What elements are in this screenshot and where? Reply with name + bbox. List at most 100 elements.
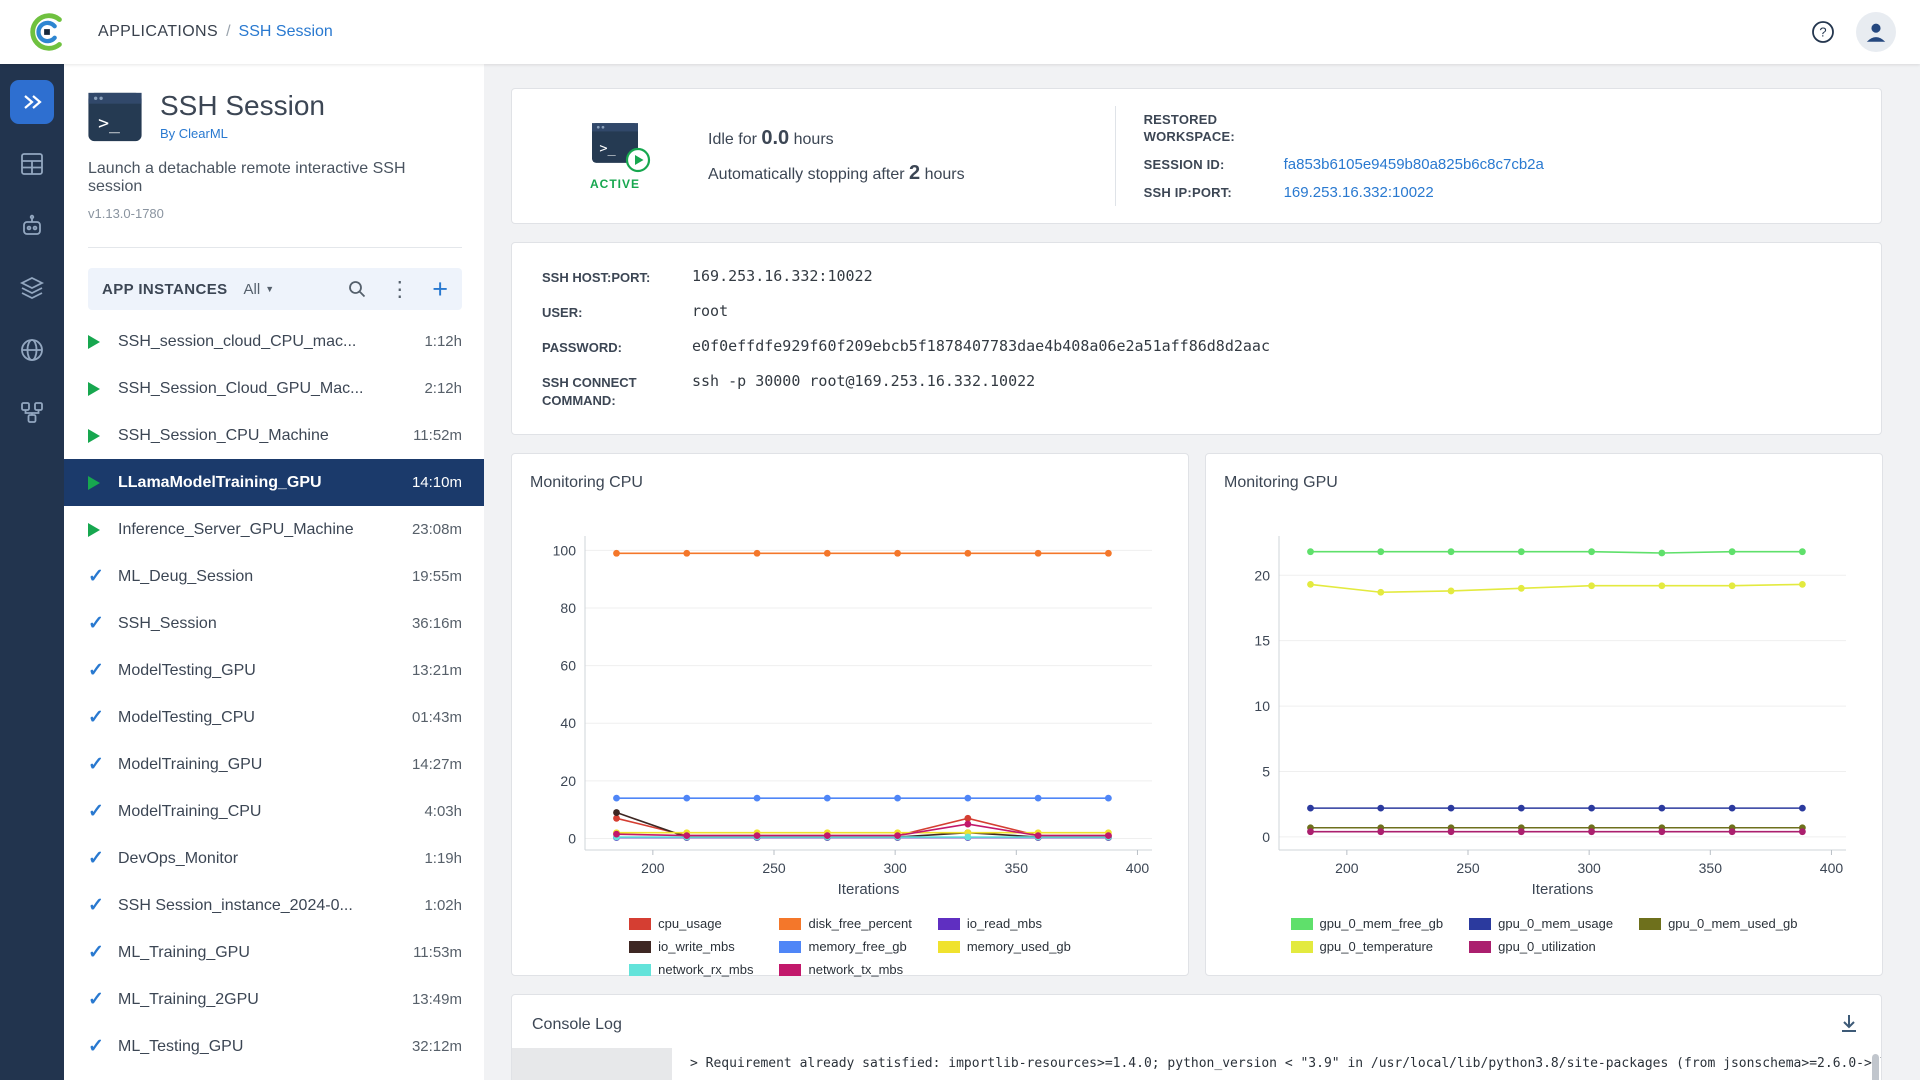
legend-label: cpu_usage	[658, 916, 722, 931]
instance-name: SSH Session_instance_2024-0...	[118, 897, 353, 915]
list-item[interactable]: ✓DevOps_Monitor 1:19h	[64, 835, 484, 882]
completed-icon: ✓	[88, 753, 118, 776]
restored-workspace-label: RESTORED WORKSPACE:	[1144, 111, 1264, 145]
help-button[interactable]: ?	[1808, 17, 1838, 47]
legend-swatch	[629, 918, 651, 930]
check-icon: ✓	[88, 565, 104, 588]
instance-runtime: 1:02h	[414, 897, 462, 914]
legend-label: disk_free_percent	[808, 916, 911, 931]
user-avatar[interactable]	[1856, 12, 1896, 52]
app-byline-link[interactable]: By ClearML	[160, 126, 325, 141]
list-item[interactable]: ✓ModelTraining_CPU 4:03h	[64, 788, 484, 835]
cpu-chart-title: Monitoring CPU	[530, 474, 1170, 492]
completed-icon: ✓	[88, 847, 118, 870]
check-icon: ✓	[88, 1035, 104, 1058]
running-icon	[88, 335, 118, 349]
gpu-chart: 05101520200250300350400Iterations	[1224, 522, 1864, 902]
app-description: Launch a detachable remote interactive S…	[64, 146, 484, 196]
list-item[interactable]: ✓ML_Deug_Session19:55m	[64, 553, 484, 600]
play-triangle-icon	[88, 429, 100, 443]
session-id-link[interactable]: fa853b6105e9459b80a825b6c8c7cb2a	[1284, 156, 1544, 173]
legend-item: gpu_0_mem_used_gb	[1639, 916, 1797, 931]
instances-filter-dropdown[interactable]: All ▼	[244, 281, 275, 298]
breadcrumb-applications[interactable]: APPLICATIONS	[98, 23, 218, 41]
list-item[interactable]: ✓ModelTraining_GPU14:27m	[64, 741, 484, 788]
user-icon	[1863, 19, 1889, 45]
terminal-app-icon: >_	[86, 88, 144, 146]
rail-pipelines-button[interactable]	[10, 390, 54, 434]
rail-projects-button[interactable]	[10, 142, 54, 186]
main-content: >_ ACTIVE Idle for 0.0 hours Automatical…	[484, 64, 1920, 1080]
console-log-card: Console Log > Requirement already satisf…	[511, 994, 1882, 1080]
completed-icon: ✓	[88, 612, 118, 635]
gpu-monitoring-card: Monitoring GPU 05101520200250300350400It…	[1205, 453, 1883, 976]
running-badge-icon	[625, 147, 651, 173]
list-item[interactable]: ✓SSH Session_instance_2024-0...1:02h	[64, 882, 484, 929]
search-button[interactable]	[347, 279, 367, 299]
svg-text:300: 300	[1577, 860, 1601, 876]
legend-item: gpu_0_temperature	[1291, 939, 1444, 954]
download-log-button[interactable]	[1837, 1011, 1861, 1038]
instance-name: SSH_Session_Cloud_GPU_Mac...	[118, 380, 363, 398]
legend-swatch	[1291, 941, 1313, 953]
log-line: > Requirement already satisfied: jsonsch…	[690, 1076, 1881, 1080]
play-triangle-icon	[88, 523, 100, 537]
list-item[interactable]: ✓ModelTesting_GPU13:21m	[64, 647, 484, 694]
legend-label: network_rx_mbs	[658, 962, 753, 977]
list-item[interactable]: ✓ML_Training_GPU11:53m	[64, 929, 484, 976]
rail-web-button[interactable]	[10, 328, 54, 372]
list-item[interactable]: LLamaModelTraining_GPU 14:10m	[64, 459, 484, 506]
svg-text:>_: >_	[599, 140, 616, 156]
legend-label: network_tx_mbs	[808, 962, 903, 977]
svg-text:400: 400	[1126, 860, 1150, 876]
console-scrollbar[interactable]	[1872, 1054, 1879, 1080]
legend-swatch	[1639, 918, 1661, 930]
console-lines: > Requirement already satisfied: importl…	[672, 1048, 1881, 1080]
svg-text:250: 250	[1456, 860, 1480, 876]
legend-swatch	[1469, 918, 1491, 930]
list-item[interactable]: Inference_Server_GPU_Machine 23:08m	[64, 506, 484, 553]
completed-icon: ✓	[88, 565, 118, 588]
check-icon: ✓	[88, 941, 104, 964]
details-grid: SSH HOST:PORT:169.253.16.332:10022USER:r…	[542, 267, 1851, 410]
page-title: SSH Session	[160, 90, 325, 122]
list-item[interactable]: SSH_Session_CPU_Machine11:52m	[64, 412, 484, 459]
svg-text:100: 100	[553, 542, 577, 558]
session-info: RESTORED WORKSPACE: SESSION ID: fa853b61…	[1144, 111, 1544, 201]
instance-runtime: 4:03h	[414, 803, 462, 820]
legend-item: memory_used_gb	[938, 939, 1071, 954]
instance-runtime: 1:19h	[414, 850, 462, 867]
add-instance-button[interactable]: +	[432, 276, 448, 303]
instance-name: DevOps_Monitor	[118, 850, 238, 868]
instances-menu-button[interactable]: ⋮	[389, 279, 410, 300]
instance-name: LLamaModelTraining_GPU	[118, 474, 322, 492]
topbar: APPLICATIONS / SSH Session ?	[0, 0, 1920, 64]
list-item[interactable]: ✓ML_Testing_GPU32:12m	[64, 1023, 484, 1070]
ssh-ip-port-link[interactable]: 169.253.16.332:10022	[1284, 184, 1544, 201]
instance-name: Inference_Server_GPU_Machine	[118, 521, 354, 539]
rail-applications-button[interactable]	[10, 80, 54, 124]
list-item[interactable]: SSH_Session_Cloud_GPU_Mac...2:12h	[64, 365, 484, 412]
rail-datasets-button[interactable]	[10, 266, 54, 310]
list-item[interactable]: ✓ModelTesting_CPU01:43m	[64, 694, 484, 741]
completed-icon: ✓	[88, 800, 118, 823]
list-item[interactable]: ✓SSH_Session36:16m	[64, 600, 484, 647]
svg-text:20: 20	[560, 773, 576, 789]
detail-value: ssh -p 30000 root@169.253.16.332.10022	[692, 372, 1851, 390]
instance-runtime: 23:08m	[402, 521, 462, 538]
legend-swatch	[779, 941, 801, 953]
svg-text:>_: >_	[98, 113, 120, 134]
instance-runtime: 13:21m	[402, 662, 462, 679]
rail-automation-button[interactable]	[10, 204, 54, 248]
instance-runtime: 14:10m	[402, 474, 462, 491]
svg-text:40: 40	[560, 715, 576, 731]
list-item[interactable]: SSH_session_cloud_CPU_mac...1:12h	[64, 318, 484, 365]
list-item[interactable]: ✓ML_Training_2GPU13:49m	[64, 976, 484, 1023]
instance-name: ModelTraining_CPU	[118, 803, 261, 821]
session-id-label: SESSION ID:	[1144, 156, 1284, 173]
legend-swatch	[1469, 941, 1491, 953]
breadcrumb-separator: /	[226, 23, 230, 41]
connection-details-card: SSH HOST:PORT:169.253.16.332:10022USER:r…	[511, 242, 1882, 435]
svg-text:350: 350	[1005, 860, 1029, 876]
svg-text:300: 300	[883, 860, 907, 876]
